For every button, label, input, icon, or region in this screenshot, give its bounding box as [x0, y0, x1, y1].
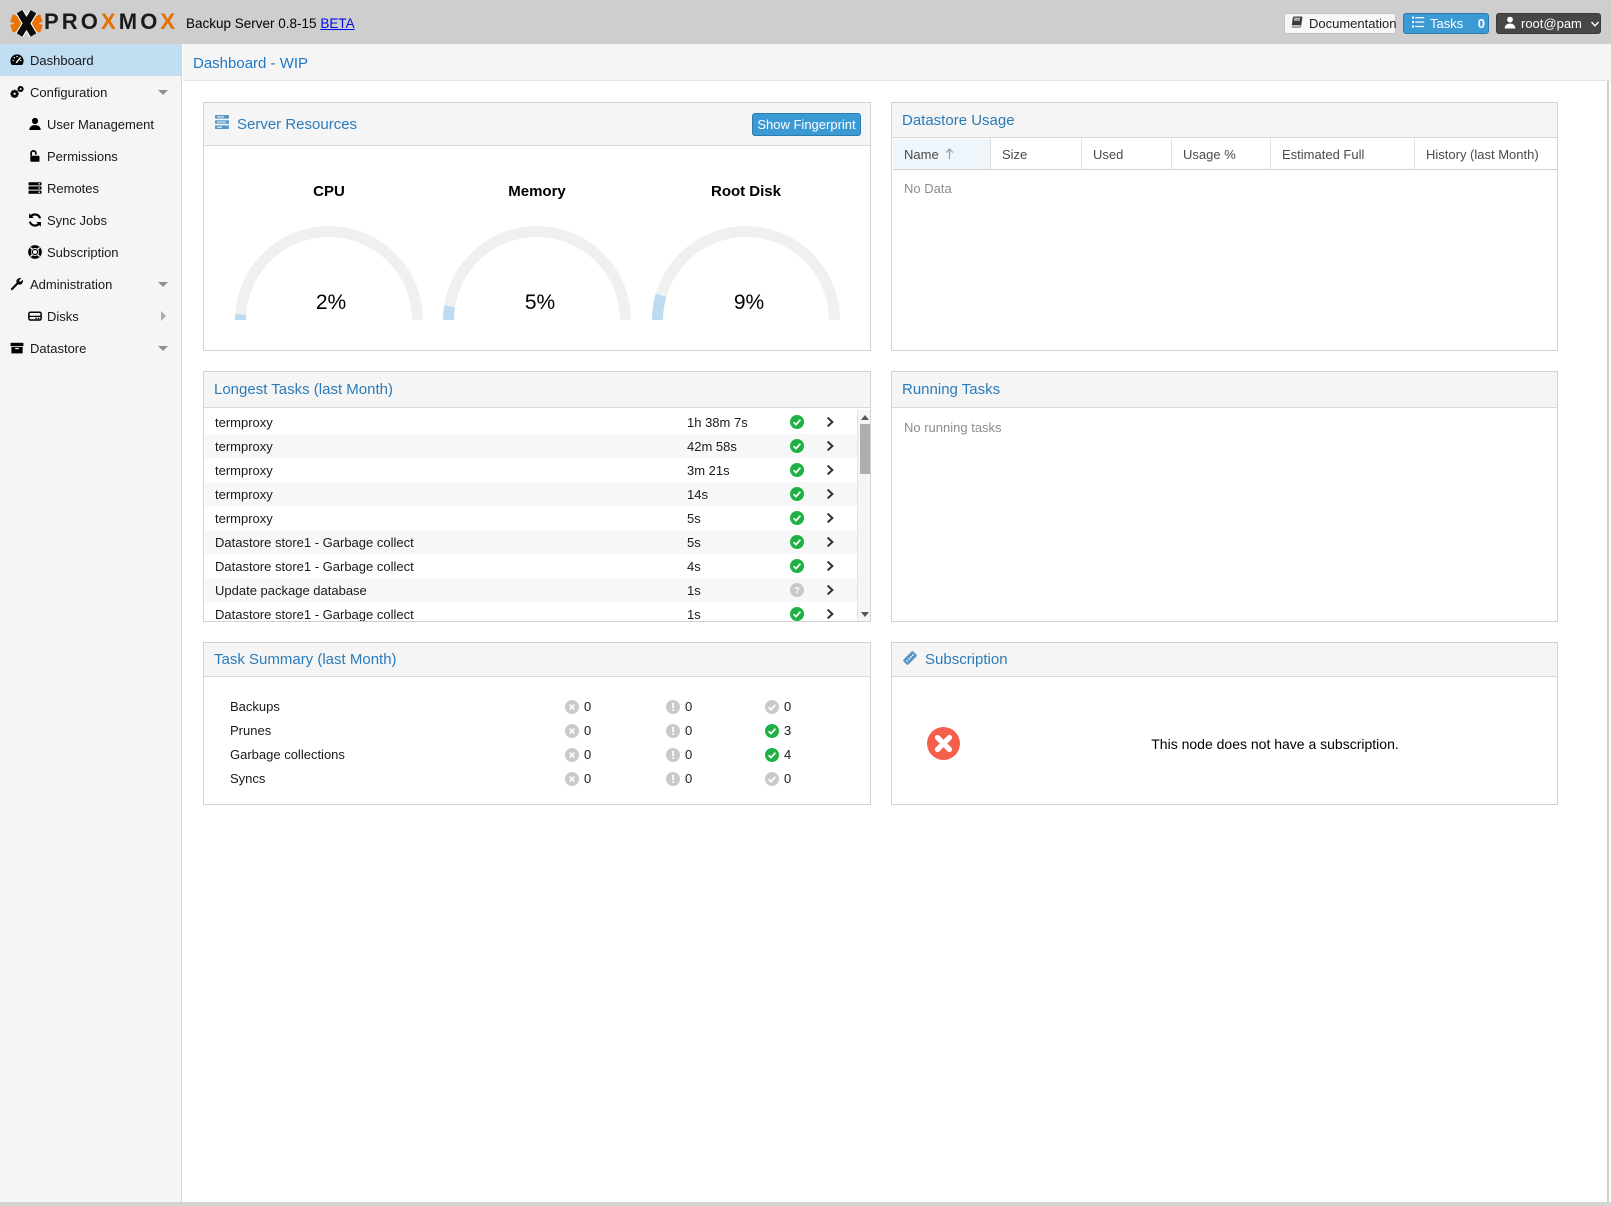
svg-text:?: ? [794, 585, 800, 596]
